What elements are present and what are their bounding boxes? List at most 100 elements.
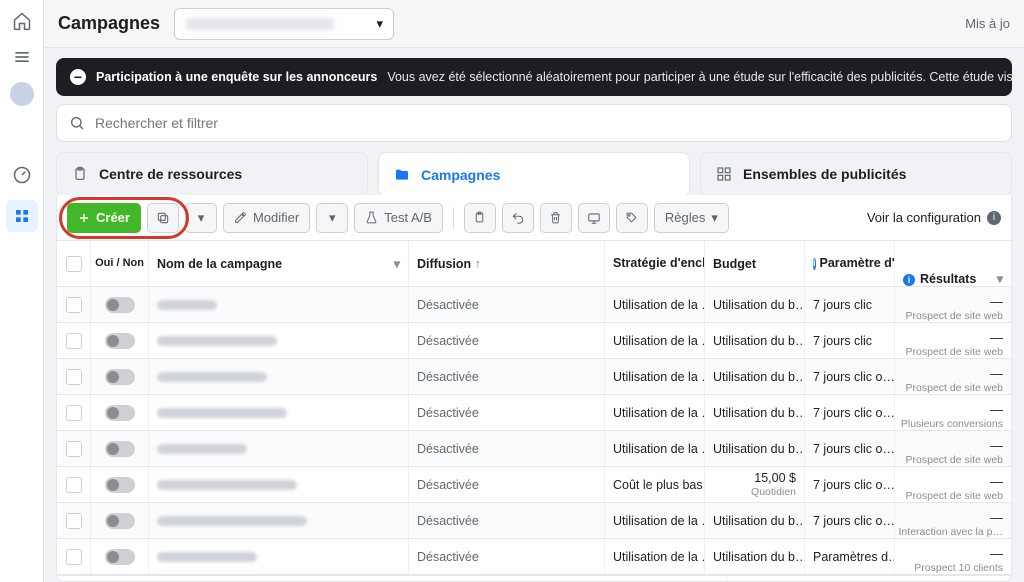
button-label: Règles	[665, 210, 705, 225]
info-icon: i	[903, 274, 915, 286]
cell-strategy: Utilisation de la …	[605, 431, 705, 466]
chevron-down-icon: ▾	[377, 16, 384, 32]
select-all-checkbox[interactable]	[66, 256, 82, 272]
duplicate-button[interactable]	[147, 203, 179, 233]
delete-button[interactable]	[540, 203, 572, 233]
edit-dropdown[interactable]: ▾	[316, 203, 348, 233]
cell-diffusion: Désactivée	[409, 539, 605, 574]
row-toggle[interactable]	[105, 441, 135, 457]
col-strategy[interactable]: Stratégie d'enchère	[605, 241, 705, 286]
row-toggle[interactable]	[105, 513, 135, 529]
cell-attribution: 7 jours clic o…	[805, 431, 895, 466]
cell-diffusion: Désactivée	[409, 431, 605, 466]
button-label: Créer	[96, 210, 130, 225]
col-budget[interactable]: Budget	[705, 241, 805, 286]
table-row[interactable]: Désactivée Utilisation de la … Utilisati…	[57, 323, 1011, 359]
info-icon[interactable]: i	[987, 211, 1001, 225]
button-label: Test A/B	[384, 210, 432, 225]
row-toggle[interactable]	[105, 549, 135, 565]
redacted-name	[157, 480, 297, 490]
chevron-down-icon: ▾	[711, 210, 718, 226]
row-toggle[interactable]	[105, 405, 135, 421]
col-attribution[interactable]: iParamètre d'attribution	[805, 241, 895, 286]
create-button[interactable]: Créer	[67, 203, 141, 233]
tab-adsets[interactable]: Ensembles de publicités	[700, 152, 1012, 196]
test-ab-button[interactable]: Test A/B	[354, 203, 443, 233]
row-checkbox[interactable]	[66, 477, 82, 493]
banner-text: Vous avez été sélectionné aléatoirement …	[387, 70, 1012, 84]
row-checkbox[interactable]	[66, 405, 82, 421]
row-toggle[interactable]	[105, 333, 135, 349]
tag-button[interactable]	[616, 203, 648, 233]
undo-button[interactable]	[502, 203, 534, 233]
footer-attr: Paramètres d'…	[637, 576, 727, 581]
row-checkbox[interactable]	[66, 513, 82, 529]
col-toggle[interactable]: Oui / Non	[91, 241, 149, 286]
cell-strategy: Utilisation de la …	[605, 539, 705, 574]
redacted-name	[157, 372, 267, 382]
edit-button[interactable]: Modifier	[223, 203, 310, 233]
chevron-down-icon: ▾	[198, 210, 205, 226]
home-icon[interactable]	[11, 10, 33, 32]
cell-attribution: 7 jours clic o…	[805, 467, 895, 502]
tab-label: Centre de ressources	[99, 166, 242, 182]
cell-results: —Prospect 10 clients	[895, 539, 1011, 574]
collapse-icon[interactable]: −	[70, 69, 86, 85]
cell-results: —Prospect de site web	[895, 359, 1011, 394]
row-checkbox[interactable]	[66, 441, 82, 457]
cell-attribution: 7 jours clic o…	[805, 503, 895, 538]
table-row[interactable]: Désactivée Utilisation de la … Utilisati…	[57, 359, 1011, 395]
cell-results: —Prospect de site web	[895, 431, 1011, 466]
info-icon: i	[813, 258, 816, 270]
table-row[interactable]: Désactivée Utilisation de la … Utilisati…	[57, 503, 1011, 539]
table-footer: › Résultats pour 8 campagnes i Paramètre…	[57, 575, 1011, 581]
footer-results: — Plusieurs conversions	[727, 576, 1011, 581]
col-name[interactable]: Nom de la campagne▾	[149, 241, 409, 286]
hamburger-icon[interactable]	[11, 46, 33, 68]
avatar[interactable]	[10, 82, 34, 106]
col-diffusion[interactable]: Diffusion↑	[409, 241, 605, 286]
search-input[interactable]	[95, 115, 999, 131]
row-checkbox[interactable]	[66, 549, 82, 565]
table-row[interactable]: Désactivée Coût le plus bas 15,00 $Quoti…	[57, 467, 1011, 503]
redacted-name	[157, 516, 307, 526]
tab-campaigns[interactable]: Campagnes	[378, 152, 690, 196]
col-results[interactable]: iRésultats▾	[895, 241, 1011, 286]
tab-resources[interactable]: Centre de ressources	[56, 152, 368, 196]
export-button[interactable]	[578, 203, 610, 233]
tab-label: Ensembles de publicités	[743, 166, 906, 182]
last-updated-label: Mis à jo	[965, 16, 1010, 31]
cell-budget: Utilisation du b…	[705, 539, 805, 574]
redacted-name	[157, 300, 217, 310]
table-row[interactable]: Désactivée Utilisation de la … Utilisati…	[57, 287, 1011, 323]
redacted-name	[157, 444, 247, 454]
adset-icon	[715, 165, 733, 183]
table-row[interactable]: Désactivée Utilisation de la … Utilisati…	[57, 539, 1011, 575]
dropdown-button[interactable]: ▾	[185, 203, 217, 233]
copy-button[interactable]	[464, 203, 496, 233]
redacted-name	[157, 336, 277, 346]
cell-attribution: 7 jours clic o…	[805, 359, 895, 394]
row-checkbox[interactable]	[66, 297, 82, 313]
row-checkbox[interactable]	[66, 369, 82, 385]
cell-diffusion: Désactivée	[409, 323, 605, 358]
table-row[interactable]: Désactivée Utilisation de la … Utilisati…	[57, 395, 1011, 431]
view-config-link[interactable]: Voir la configuration	[867, 210, 981, 225]
cell-results: —Interaction avec la p…	[895, 503, 1011, 538]
search-bar[interactable]	[56, 104, 1012, 142]
gauge-icon[interactable]	[11, 164, 33, 186]
table-row[interactable]: Désactivée Utilisation de la … Utilisati…	[57, 431, 1011, 467]
row-toggle[interactable]	[105, 297, 135, 313]
account-selector[interactable]: ▾	[174, 8, 394, 40]
cell-strategy: Coût le plus bas	[605, 467, 705, 502]
row-toggle[interactable]	[105, 369, 135, 385]
cell-diffusion: Désactivée	[409, 287, 605, 322]
grid-icon[interactable]	[6, 200, 38, 232]
chevron-down-icon: ▾	[997, 271, 1003, 286]
cell-strategy: Utilisation de la …	[605, 323, 705, 358]
rules-button[interactable]: Règles ▾	[654, 203, 729, 233]
cell-budget: Utilisation du b…	[705, 359, 805, 394]
sort-asc-icon: ↑	[475, 258, 481, 270]
row-toggle[interactable]	[105, 477, 135, 493]
row-checkbox[interactable]	[66, 333, 82, 349]
